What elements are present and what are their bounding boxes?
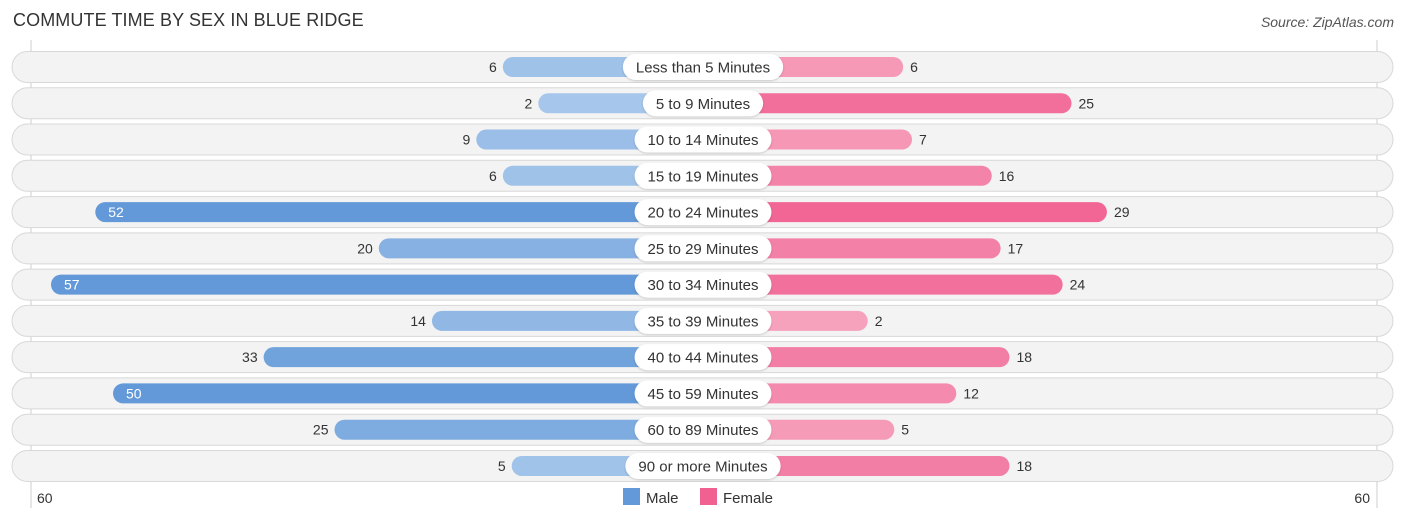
value-label-female: 12 — [963, 385, 979, 401]
value-label-female: 6 — [910, 59, 918, 75]
chart-row: 30 to 34 Minutes 57 24 — [11, 268, 1394, 301]
category-label: 90 or more Minutes — [638, 458, 767, 475]
bar-male[interactable] — [113, 383, 703, 404]
value-label-female: 16 — [999, 168, 1015, 184]
value-label-female: 29 — [1114, 204, 1130, 220]
legend-label-male: Male — [646, 490, 679, 507]
value-label-male: 6 — [489, 168, 497, 184]
value-label-female: 18 — [1016, 349, 1032, 365]
value-label-male: 5 — [498, 458, 506, 474]
category-label: 60 to 89 Minutes — [648, 422, 759, 439]
value-label-male: 25 — [313, 422, 329, 438]
category-label: 30 to 34 Minutes — [648, 277, 759, 294]
value-label-female: 17 — [1008, 240, 1024, 256]
chart-row: Less than 5 Minutes 6 6 — [11, 51, 1394, 83]
legend-swatch-female — [700, 488, 717, 505]
category-label: 25 to 29 Minutes — [648, 241, 759, 258]
chart-row: 60 to 89 Minutes 25 5 — [11, 413, 1394, 446]
value-label-male: 52 — [108, 204, 124, 220]
chart-row: 5 to 9 Minutes 2 25 — [11, 87, 1394, 120]
axis-label-right: 60 — [1354, 490, 1370, 506]
value-label-female: 18 — [1016, 458, 1032, 474]
value-label-female: 7 — [919, 132, 927, 148]
chart-row: 35 to 39 Minutes 14 2 — [11, 304, 1394, 337]
value-label-male: 20 — [357, 240, 373, 256]
value-label-male: 33 — [242, 349, 258, 365]
axis-label-left: 60 — [37, 490, 53, 506]
chart-row: 45 to 59 Minutes 50 12 — [11, 377, 1394, 410]
bar-male[interactable] — [95, 202, 703, 223]
chart-canvas: Less than 5 Minutes6 65 to 9 Minutes2 2510… — [11, 40, 1394, 508]
category-label: Less than 5 Minutes — [636, 60, 770, 77]
chart-row: 40 to 44 Minutes 33 18 — [11, 341, 1394, 374]
category-label: 15 to 19 Minutes — [648, 168, 759, 185]
value-label-male: 57 — [64, 277, 80, 293]
value-label-female: 5 — [901, 422, 909, 438]
value-label-male: 50 — [126, 385, 142, 401]
legend: Male Female — [623, 488, 773, 507]
bar-male[interactable] — [50, 274, 704, 295]
value-label-male: 2 — [524, 95, 532, 111]
category-label: 40 to 44 Minutes — [648, 350, 759, 367]
value-label-male: 14 — [410, 313, 426, 329]
chart-row: 15 to 19 Minutes 6 16 — [11, 159, 1394, 192]
legend-label-female: Female — [723, 490, 773, 507]
chart-row: 90 or more Minutes 5 18 — [11, 449, 1394, 482]
value-label-female: 2 — [875, 313, 883, 329]
category-label: 10 to 14 Minutes — [648, 132, 759, 149]
value-label-male: 9 — [462, 132, 470, 148]
category-label: 45 to 59 Minutes — [648, 386, 759, 403]
category-label: 35 to 39 Minutes — [648, 313, 759, 330]
value-label-male: 6 — [489, 59, 497, 75]
category-label: 20 to 24 Minutes — [648, 205, 759, 222]
value-label-female: 24 — [1070, 277, 1086, 293]
chart-row: 10 to 14 Minutes 9 7 — [11, 123, 1394, 156]
value-label-female: 25 — [1079, 95, 1095, 111]
category-label: 5 to 9 Minutes — [656, 96, 750, 113]
chart-row: 20 to 24 Minutes 52 29 — [11, 196, 1394, 229]
chart-row: 25 to 29 Minutes 20 17 — [11, 232, 1394, 265]
legend-swatch-male — [623, 488, 640, 505]
